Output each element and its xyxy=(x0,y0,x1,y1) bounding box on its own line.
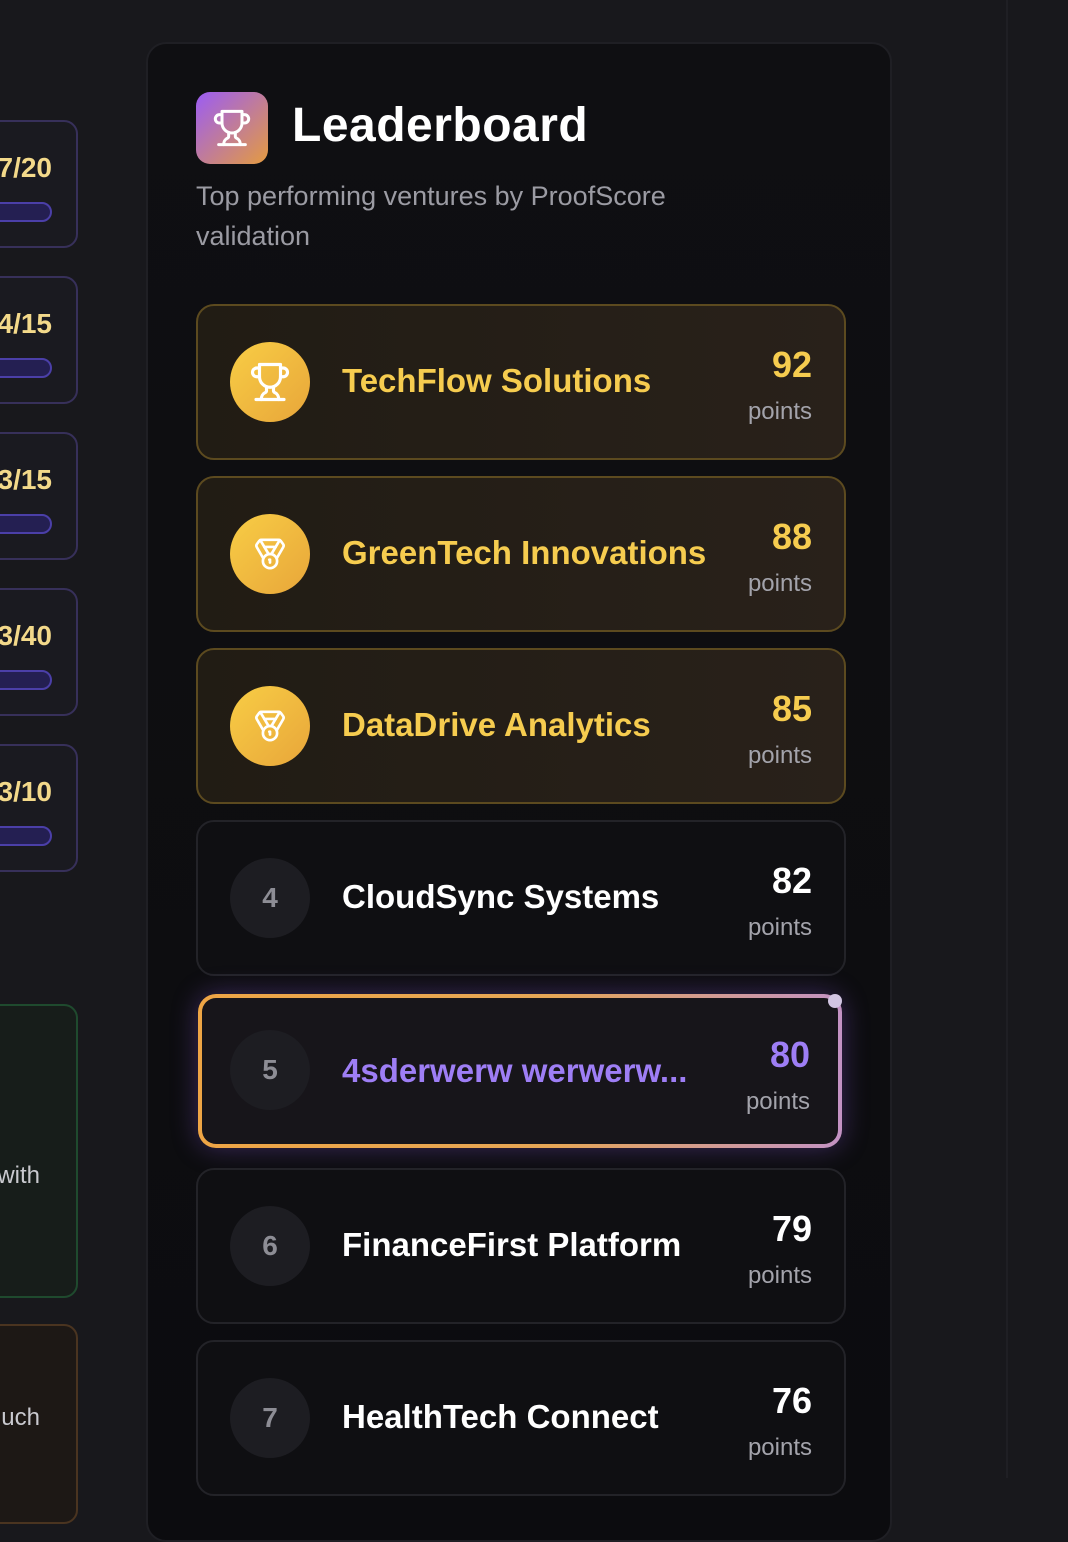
side-card-progress xyxy=(0,358,52,378)
rank-badge: 7 xyxy=(230,1378,310,1458)
venture-score: 92 xyxy=(771,344,812,385)
rank-badge: 6 xyxy=(230,1206,310,1286)
trophy-icon xyxy=(230,342,310,422)
leaderboard-row-current[interactable]: 5 4sderwerw werwerw... 80 points xyxy=(198,994,842,1148)
venture-name: GreenTech Innovations xyxy=(342,534,707,571)
leaderboard-row[interactable]: 6 FinanceFirst Platform 79 points xyxy=(196,1168,846,1324)
points-label: points xyxy=(747,914,812,941)
trophy-icon xyxy=(196,92,268,164)
medal-icon xyxy=(230,514,310,594)
points-label: points xyxy=(747,570,812,597)
leaderboard-row[interactable]: DataDrive Analytics 85 points xyxy=(196,648,846,804)
leaderboard-subtitle: Top performing ventures by ProofScore va… xyxy=(196,181,666,251)
leaderboard-row[interactable]: TechFlow Solutions 92 points xyxy=(196,304,846,460)
rank-badge: 4 xyxy=(230,858,310,938)
side-card-4[interactable]: 3/40 xyxy=(0,588,78,716)
side-info-card-green[interactable]: with xyxy=(0,1004,78,1298)
leaderboard-title: Leaderboard xyxy=(292,99,589,152)
points-label: points xyxy=(747,398,812,425)
venture-score: 80 xyxy=(769,1034,810,1075)
venture-name: CloudSync Systems xyxy=(342,878,660,915)
side-card-3[interactable]: 3/15 xyxy=(0,432,78,560)
side-card-value: 7/20 xyxy=(0,152,52,183)
side-card-value: 3/40 xyxy=(0,620,52,651)
points-label: points xyxy=(747,742,812,769)
side-card-value: 4/15 xyxy=(0,308,52,339)
side-card-2[interactable]: 4/15 xyxy=(0,276,78,404)
leaderboard-row[interactable]: 7 HealthTech Connect 76 points xyxy=(196,1340,846,1496)
side-info-card-brown[interactable]: uch xyxy=(0,1324,78,1524)
points-label: points xyxy=(747,1434,812,1461)
side-info-text: with xyxy=(0,1162,40,1189)
venture-name: 4sderwerw werwerw... xyxy=(342,1052,688,1089)
venture-name: TechFlow Solutions xyxy=(342,362,652,399)
points-label: points xyxy=(747,1262,812,1289)
rank-badge: 5 xyxy=(230,1030,310,1110)
side-card-value: 3/10 xyxy=(0,776,52,807)
medal-icon xyxy=(230,686,310,766)
side-info-text: uch xyxy=(1,1404,40,1431)
leaderboard-row[interactable]: 4 CloudSync Systems 82 points xyxy=(196,820,846,976)
side-card-progress xyxy=(0,670,52,690)
side-card-progress xyxy=(0,514,52,534)
venture-score: 85 xyxy=(771,688,812,729)
venture-score: 79 xyxy=(771,1208,812,1249)
venture-score: 82 xyxy=(771,860,812,901)
side-card-progress xyxy=(0,826,52,846)
points-label: points xyxy=(745,1088,810,1115)
venture-name: DataDrive Analytics xyxy=(342,706,651,743)
side-card-1[interactable]: 7/20 xyxy=(0,120,78,248)
highlight-corner-dot xyxy=(828,994,842,1008)
venture-score: 76 xyxy=(771,1380,812,1421)
venture-score: 88 xyxy=(771,516,812,557)
side-card-value: 3/15 xyxy=(0,464,52,495)
venture-name: HealthTech Connect xyxy=(342,1398,659,1435)
leaderboard-panel: Leaderboard Top performing ventures by P… xyxy=(146,42,892,1542)
right-divider xyxy=(1006,0,1008,1478)
side-card-5[interactable]: 3/10 xyxy=(0,744,78,872)
side-card-progress xyxy=(0,202,52,222)
leaderboard-row[interactable]: GreenTech Innovations 88 points xyxy=(196,476,846,632)
venture-name: FinanceFirst Platform xyxy=(342,1226,682,1263)
